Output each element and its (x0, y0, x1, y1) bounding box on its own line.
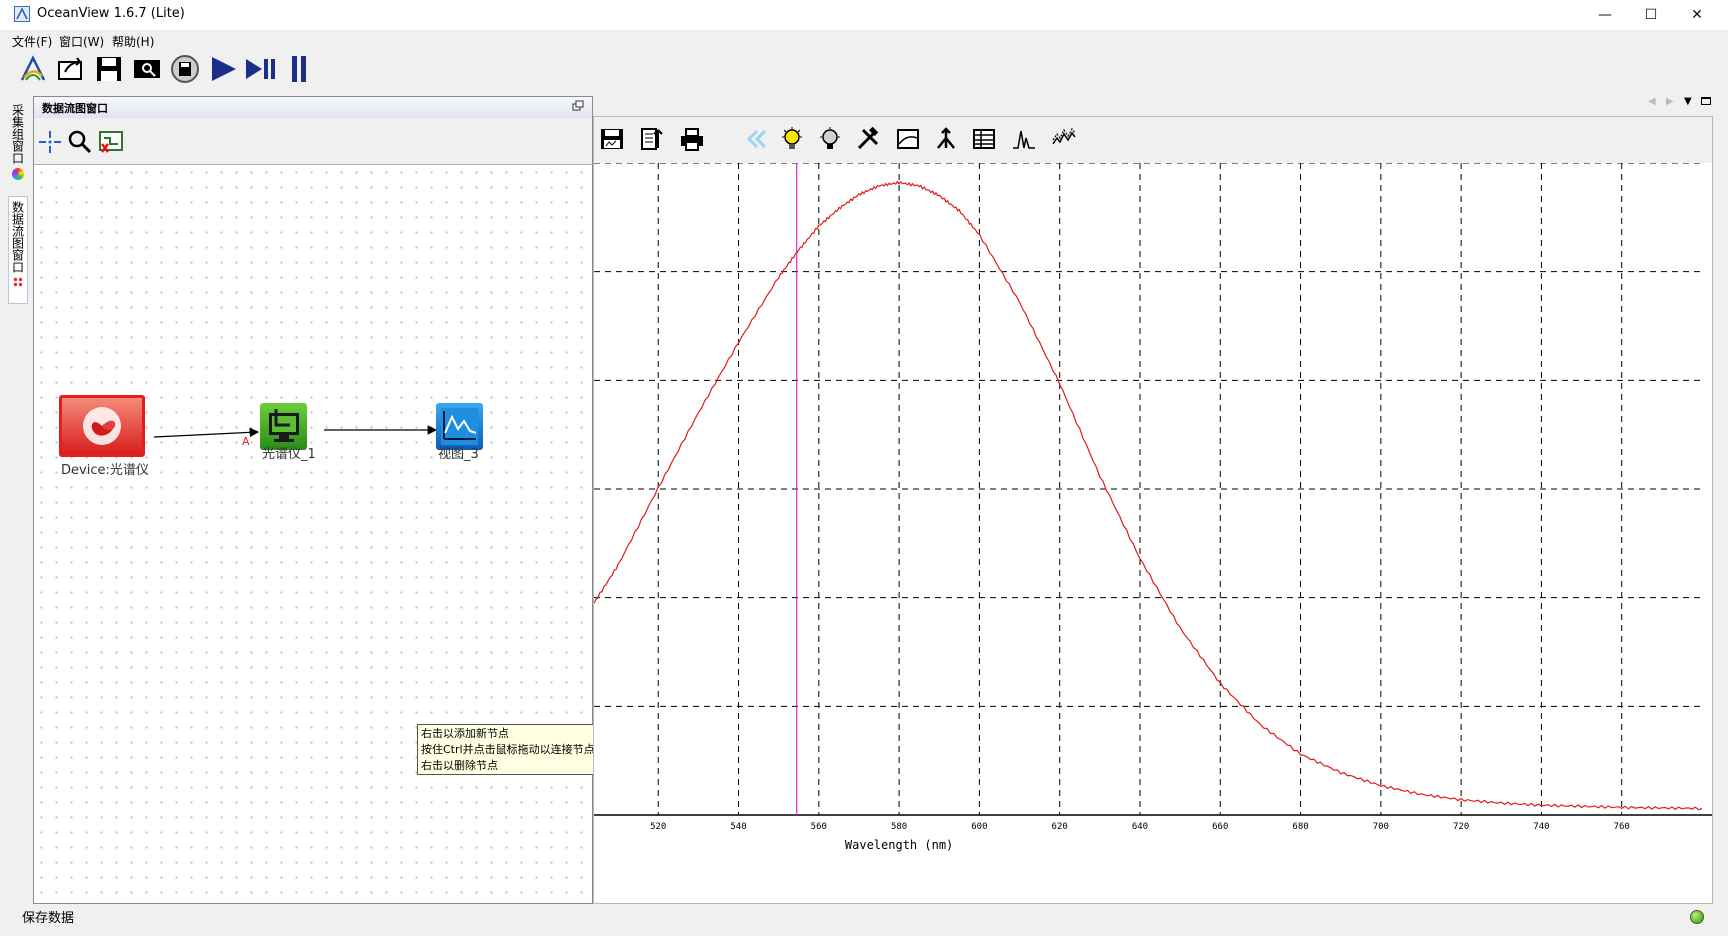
spectrum-chart[interactable]: 520 540 560 580 600 620 640 660 680 700 720 740 760 W… (594, 163, 1712, 903)
x-tick-label: 620 (1052, 822, 1068, 832)
graph-toolbar (594, 117, 1712, 163)
view-node-label: 视图_3 (438, 447, 479, 462)
spectrometer-device-icon (83, 407, 121, 445)
chevron-down-icon[interactable]: ▼ (1684, 96, 1692, 107)
overlay-icon[interactable] (1048, 123, 1080, 155)
peak-marker-icon[interactable] (930, 123, 962, 155)
minimize-button[interactable]: — (1582, 0, 1628, 30)
x-axis-label: Wavelength (nm) (845, 838, 953, 852)
tooltip-line-3: 右击以删除节点 (421, 759, 498, 772)
maximize-button[interactable]: ☐ (1628, 0, 1674, 30)
tab-acquisition-label: 采集组窗口 (10, 104, 25, 164)
dataflow-panel: 数据流图窗口 Device:光谱仪 A 光谱仪_1 视图_3 (33, 96, 593, 904)
play-icon[interactable] (206, 52, 240, 86)
save-search-icon[interactable] (130, 52, 164, 86)
copy-graph-icon[interactable] (636, 123, 668, 155)
play-pause-icon[interactable] (244, 52, 278, 86)
select-icon[interactable] (38, 130, 62, 157)
tab-dataflow-label: 数据流图窗口 (10, 201, 25, 273)
device-node[interactable] (59, 395, 145, 457)
connector-label: A (242, 435, 250, 448)
x-tick-label: 580 (891, 822, 907, 832)
device-node-label: Device:光谱仪 (61, 463, 149, 478)
table-icon[interactable] (968, 123, 1000, 155)
dataflow-panel-title: 数据流图窗口 (42, 102, 108, 115)
bulb-on-icon[interactable] (776, 123, 808, 155)
menu-help[interactable]: 帮助(H) (112, 33, 154, 50)
tab-dataflow[interactable]: 数据流图窗口 (8, 196, 28, 304)
connection-lines (153, 425, 438, 438)
maximize-panel-icon[interactable] (1701, 97, 1711, 105)
x-tick-label: 760 (1614, 822, 1630, 832)
grid-dots-icon (13, 277, 23, 287)
spectrum-series-line (594, 180, 1703, 811)
tooltip-line-2: 按住Ctrl并点击鼠标拖动以连接节点 (421, 743, 595, 756)
tools-icon[interactable] (852, 123, 884, 155)
tooltip-line-1: 右击以添加新节点 (421, 727, 509, 740)
save-graph-icon[interactable] (596, 123, 628, 155)
x-tick-label: 640 (1132, 822, 1148, 832)
tab-acquisition[interactable]: 采集组窗口 (8, 100, 28, 186)
wizard-icon[interactable] (16, 52, 50, 86)
app-icon (14, 6, 30, 22)
dataflow-canvas[interactable]: Device:光谱仪 A 光谱仪_1 视图_3 (34, 165, 592, 903)
menu-window[interactable]: 窗口(W) (59, 33, 104, 50)
dataflow-toolbar (34, 118, 592, 165)
menu-file[interactable]: 文件(F) (12, 33, 52, 50)
x-tick-label: 680 (1292, 822, 1308, 832)
close-button[interactable]: ✕ (1674, 0, 1720, 30)
x-tick-label: 660 (1212, 822, 1228, 832)
back-icon[interactable] (740, 123, 772, 155)
color-wheel-icon (12, 168, 24, 180)
scroll-left-icon[interactable]: ◀ (1648, 96, 1656, 107)
main-toolbar (10, 52, 330, 88)
title-bar: OceanView 1.6.7 (Lite) — ☐ ✕ (0, 0, 1728, 30)
canvas-tooltip: 右击以添加新节点 按住Ctrl并点击鼠标拖动以连接节点 右击以删除节点 (417, 724, 612, 775)
bulb-off-icon[interactable] (814, 123, 846, 155)
restore-panel-icon[interactable] (572, 100, 584, 115)
zoom-icon[interactable] (68, 130, 92, 157)
x-tick-label: 540 (730, 822, 746, 832)
remove-connection-icon[interactable] (98, 130, 124, 157)
x-tick-label: 720 (1453, 822, 1469, 832)
side-tab-strip: 采集组窗口 数据流图窗口 (8, 100, 28, 310)
print-icon[interactable] (676, 123, 708, 155)
x-tick-label: 700 (1373, 822, 1389, 832)
x-tick-label: 520 (650, 822, 666, 832)
menu-bar: 文件(F) 窗口(W) 帮助(H) (0, 30, 1728, 50)
x-tick-label: 740 (1533, 822, 1549, 832)
open-icon[interactable] (54, 52, 88, 86)
peak-icon[interactable] (1008, 123, 1040, 155)
scale-icon[interactable] (892, 123, 924, 155)
save-icon[interactable] (92, 52, 126, 86)
spectrometer-node-label: 光谱仪_1 (262, 447, 316, 462)
window-title: OceanView 1.6.7 (Lite) (37, 6, 185, 21)
dataflow-panel-header: 数据流图窗口 (34, 97, 592, 119)
scroll-right-icon[interactable]: ▶ (1666, 96, 1674, 107)
x-tick-label: 600 (971, 822, 987, 832)
status-indicator-icon (1690, 910, 1704, 924)
pause-icon[interactable] (282, 52, 316, 86)
disk-icon[interactable] (168, 52, 202, 86)
status-text: 保存数据 (22, 911, 75, 926)
x-tick-label: 560 (811, 822, 827, 832)
graph-panel: 520 540 560 580 600 620 640 660 680 700 720 740 760 W… (593, 116, 1713, 904)
